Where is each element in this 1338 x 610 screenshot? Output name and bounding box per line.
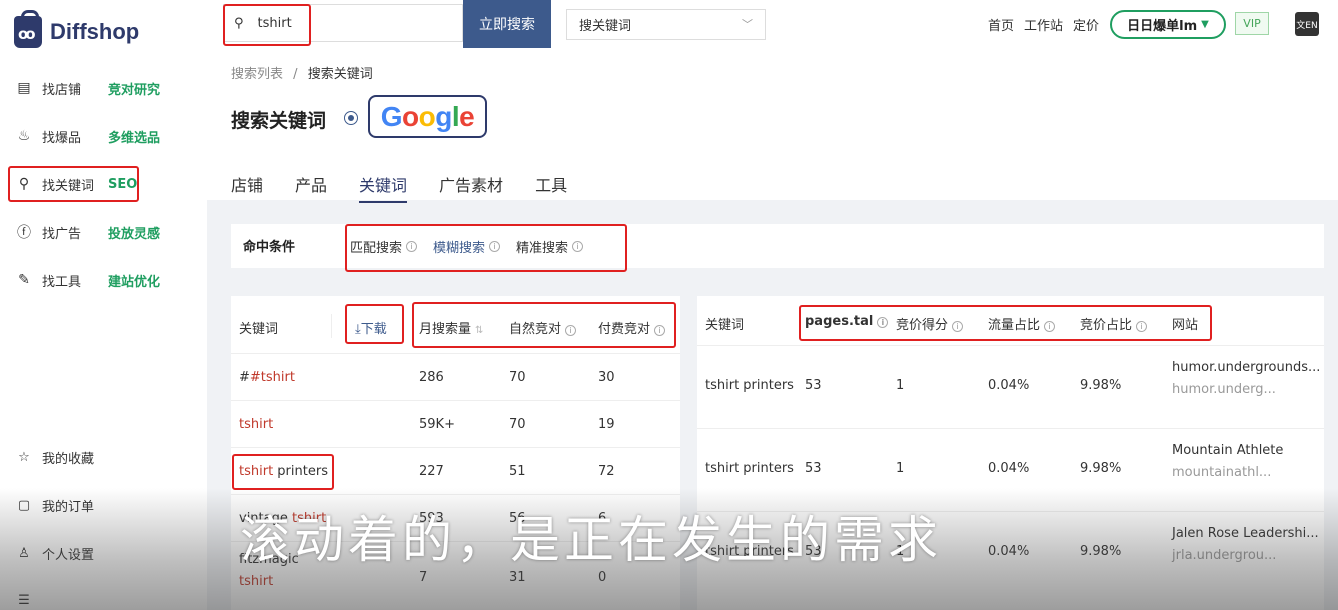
sidebar-item-orders[interactable]: ▢ 我的订单 — [10, 490, 94, 520]
breadcrumb-search-list[interactable]: 搜索列表 — [231, 67, 283, 82]
store-icon: ▤ — [17, 80, 31, 96]
bag-icon: ▢ — [17, 497, 31, 513]
competitor-metrics-highlight-box — [799, 305, 1212, 341]
user-icon: ♙ — [18, 545, 30, 561]
table-row[interactable]: ##tshirt 286 70 30 — [231, 354, 680, 401]
sidebar-item-favorites[interactable]: ☆ 我的收藏 — [10, 442, 94, 472]
metrics-highlight-box — [412, 302, 676, 348]
sidebar-item-tools[interactable]: ✎ 找工具 建站优化 — [10, 262, 200, 298]
language-icon[interactable]: 文EN — [1295, 12, 1319, 36]
chevron-down-icon: ﹀ — [742, 18, 753, 31]
nav-link-pricing[interactable]: 定价 — [1073, 15, 1099, 34]
top-links: 首页 工作站 定价 — [988, 15, 1099, 34]
search-type-select[interactable]: 搜关键词 ﹀ — [566, 9, 766, 40]
menu-icon: ☰ — [18, 592, 30, 608]
filter-highlight-box — [345, 224, 627, 272]
tab-keywords[interactable]: 关键词 — [359, 172, 408, 203]
tab-bar: 店铺 产品 关键词 广告素材 工具 — [231, 172, 567, 203]
nav-link-workstation[interactable]: 工作站 — [1024, 15, 1063, 34]
breadcrumb: 搜索列表 / 搜索关键词 — [231, 67, 373, 82]
fire-icon: ♨ — [17, 128, 31, 144]
top-bar: ⚲ 立即搜索 搜关键词 ﹀ 首页 工作站 定价 日日爆单lm▼ VIP 文EN — [207, 0, 1338, 48]
wrench-icon: ✎ — [18, 272, 30, 288]
facebook-icon: ⓕ — [17, 225, 31, 241]
star-icon: ☆ — [18, 449, 30, 465]
download-highlight-box — [345, 304, 404, 344]
sidebar-item-settings[interactable]: ♙ 个人设置 — [10, 538, 94, 568]
sidebar: oo Diffshop ▤ 找店铺 竞对研究 ♨ 找爆品 多维选品 ⚲ 找关键词… — [0, 0, 207, 610]
vip-badge[interactable]: VIP — [1235, 12, 1269, 35]
tab-tools[interactable]: 工具 — [535, 172, 567, 196]
sidebar-item-ads[interactable]: ⓕ 找广告 投放灵感 — [10, 214, 200, 250]
tab-ad-creatives[interactable]: 广告素材 — [439, 172, 503, 196]
brand-name: Diffshop — [50, 19, 140, 44]
sidebar-item-stores[interactable]: ▤ 找店铺 竞对研究 — [10, 70, 200, 106]
page-title: 搜索关键词 — [231, 110, 327, 132]
keyword-highlight-box — [232, 454, 334, 490]
caret-down-icon: ▼ — [1201, 19, 1209, 30]
collapse-menu-button[interactable]: ☰ — [10, 585, 34, 610]
account-dropdown[interactable]: 日日爆单lm ▼ — [1110, 10, 1226, 39]
tab-stores[interactable]: 店铺 — [231, 172, 263, 196]
tab-products[interactable]: 产品 — [295, 172, 327, 196]
google-logo: Google — [368, 95, 487, 138]
video-subtitle: 滚动着的，是正在发生的需求 — [240, 511, 942, 569]
breadcrumb-current: 搜索关键词 — [307, 67, 373, 82]
engine-radio[interactable] — [344, 111, 358, 125]
table-row[interactable]: tshirt 59K+ 70 19 — [231, 401, 680, 448]
nav-link-home[interactable]: 首页 — [988, 15, 1014, 34]
sidebar-item-products[interactable]: ♨ 找爆品 多维选品 — [10, 118, 200, 154]
col-keyword: 关键词 — [239, 322, 279, 337]
table-row[interactable]: tshirt printers 53 1 0.04% 9.98% humor.u… — [697, 346, 1324, 429]
keywords-highlight-box — [8, 166, 139, 202]
shopping-bag-icon: oo — [14, 10, 42, 48]
page-header: 搜索列表 / 搜索关键词 搜索关键词 Google 店铺 产品 关键词 广告素材… — [207, 48, 1338, 203]
brand-logo[interactable]: oo Diffshop — [14, 10, 140, 48]
search-highlight-box — [223, 4, 311, 46]
search-button[interactable]: 立即搜索 — [463, 0, 551, 48]
filter-label: 命中条件 — [243, 240, 296, 255]
